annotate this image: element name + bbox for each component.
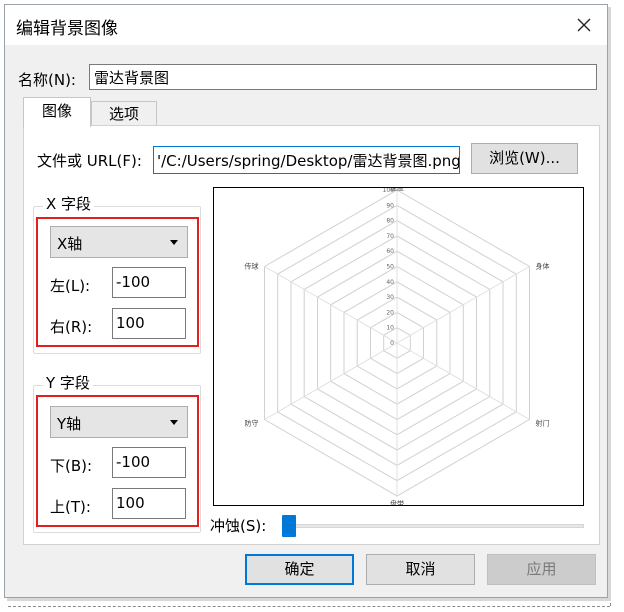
- radar-ring-label: 50: [386, 264, 394, 271]
- radar-ring-label: 20: [386, 309, 394, 316]
- close-button[interactable]: [569, 11, 599, 39]
- radar-axis-label: 盘带: [390, 499, 404, 505]
- window-title: 编辑背景图像: [16, 19, 118, 39]
- radar-ring-label: 80: [386, 218, 394, 225]
- radar-axis-label: 身体: [536, 262, 550, 271]
- close-icon: [577, 18, 591, 32]
- cancel-button[interactable]: 取消: [366, 554, 475, 585]
- y-top-input[interactable]: 100: [112, 488, 186, 519]
- radar-ring-label: 90: [386, 202, 394, 209]
- x-left-label: 左(L):: [50, 277, 91, 295]
- y-bottom-input[interactable]: -100: [112, 447, 186, 478]
- erosion-slider-track[interactable]: [295, 524, 584, 528]
- y-top-label: 上(T):: [50, 498, 91, 516]
- image-preview: 0 10 20 30 40 50 60 70 80 90 100 速度 身体 射门 盘带 防守 传球: [213, 183, 584, 508]
- y-axis-select-value: Y轴: [57, 415, 82, 433]
- x-axis-select[interactable]: X轴: [50, 226, 188, 258]
- chevron-down-icon: [170, 240, 178, 245]
- erosion-label: 冲蚀(S):: [210, 517, 267, 535]
- title-bar[interactable]: 编辑背景图像: [5, 5, 607, 45]
- x-right-input[interactable]: 100: [112, 308, 186, 339]
- window-shadow-edge-bottom: [8, 606, 610, 607]
- radar-axis-label: 传球: [245, 262, 259, 271]
- radar-axis-label: 速度: [390, 188, 404, 192]
- browse-button[interactable]: 浏览(W)...: [471, 143, 578, 174]
- erosion-slider-thumb[interactable]: [282, 515, 296, 537]
- x-axis-select-value: X轴: [57, 235, 83, 253]
- file-url-input[interactable]: '/C:/Users/spring/Desktop/雷达背景图.png: [153, 146, 460, 174]
- radar-axis-label: 射门: [536, 419, 550, 428]
- radar-ring-label: 30: [386, 294, 394, 301]
- apply-button: 应用: [487, 554, 596, 585]
- y-bottom-label: 下(B):: [50, 457, 93, 475]
- y-field-group-label: Y 字段: [43, 372, 93, 393]
- radar-axis-label: 防守: [245, 419, 259, 428]
- window-shadow-edge-right: [610, 8, 611, 606]
- file-url-label: 文件或 URL(F):: [37, 152, 142, 170]
- radar-ring-label: 40: [386, 279, 394, 286]
- radar-ring-label: 10: [386, 325, 394, 332]
- x-field-group-label: X 字段: [43, 193, 95, 214]
- tab-options[interactable]: 选项: [91, 101, 157, 126]
- x-right-label: 右(R):: [50, 318, 93, 336]
- radar-background-image: 0102030405060708090100速度身体射门盘带防守传球: [245, 183, 550, 508]
- tab-image[interactable]: 图像: [23, 97, 91, 127]
- y-axis-select[interactable]: Y轴: [50, 406, 188, 438]
- ok-button[interactable]: 确定: [245, 554, 354, 585]
- chevron-down-icon: [170, 420, 178, 425]
- radar-ring-label: 0: [390, 340, 394, 347]
- x-left-input[interactable]: -100: [112, 267, 186, 298]
- dialog-window: 编辑背景图像 名称(N): 雷达背景图 图像 选项 文件或 URL(F): '/…: [4, 4, 608, 598]
- radar-ring-label: 70: [386, 233, 394, 240]
- name-input[interactable]: 雷达背景图: [89, 64, 597, 90]
- name-label: 名称(N):: [18, 71, 76, 89]
- radar-ring-label: 60: [386, 248, 394, 255]
